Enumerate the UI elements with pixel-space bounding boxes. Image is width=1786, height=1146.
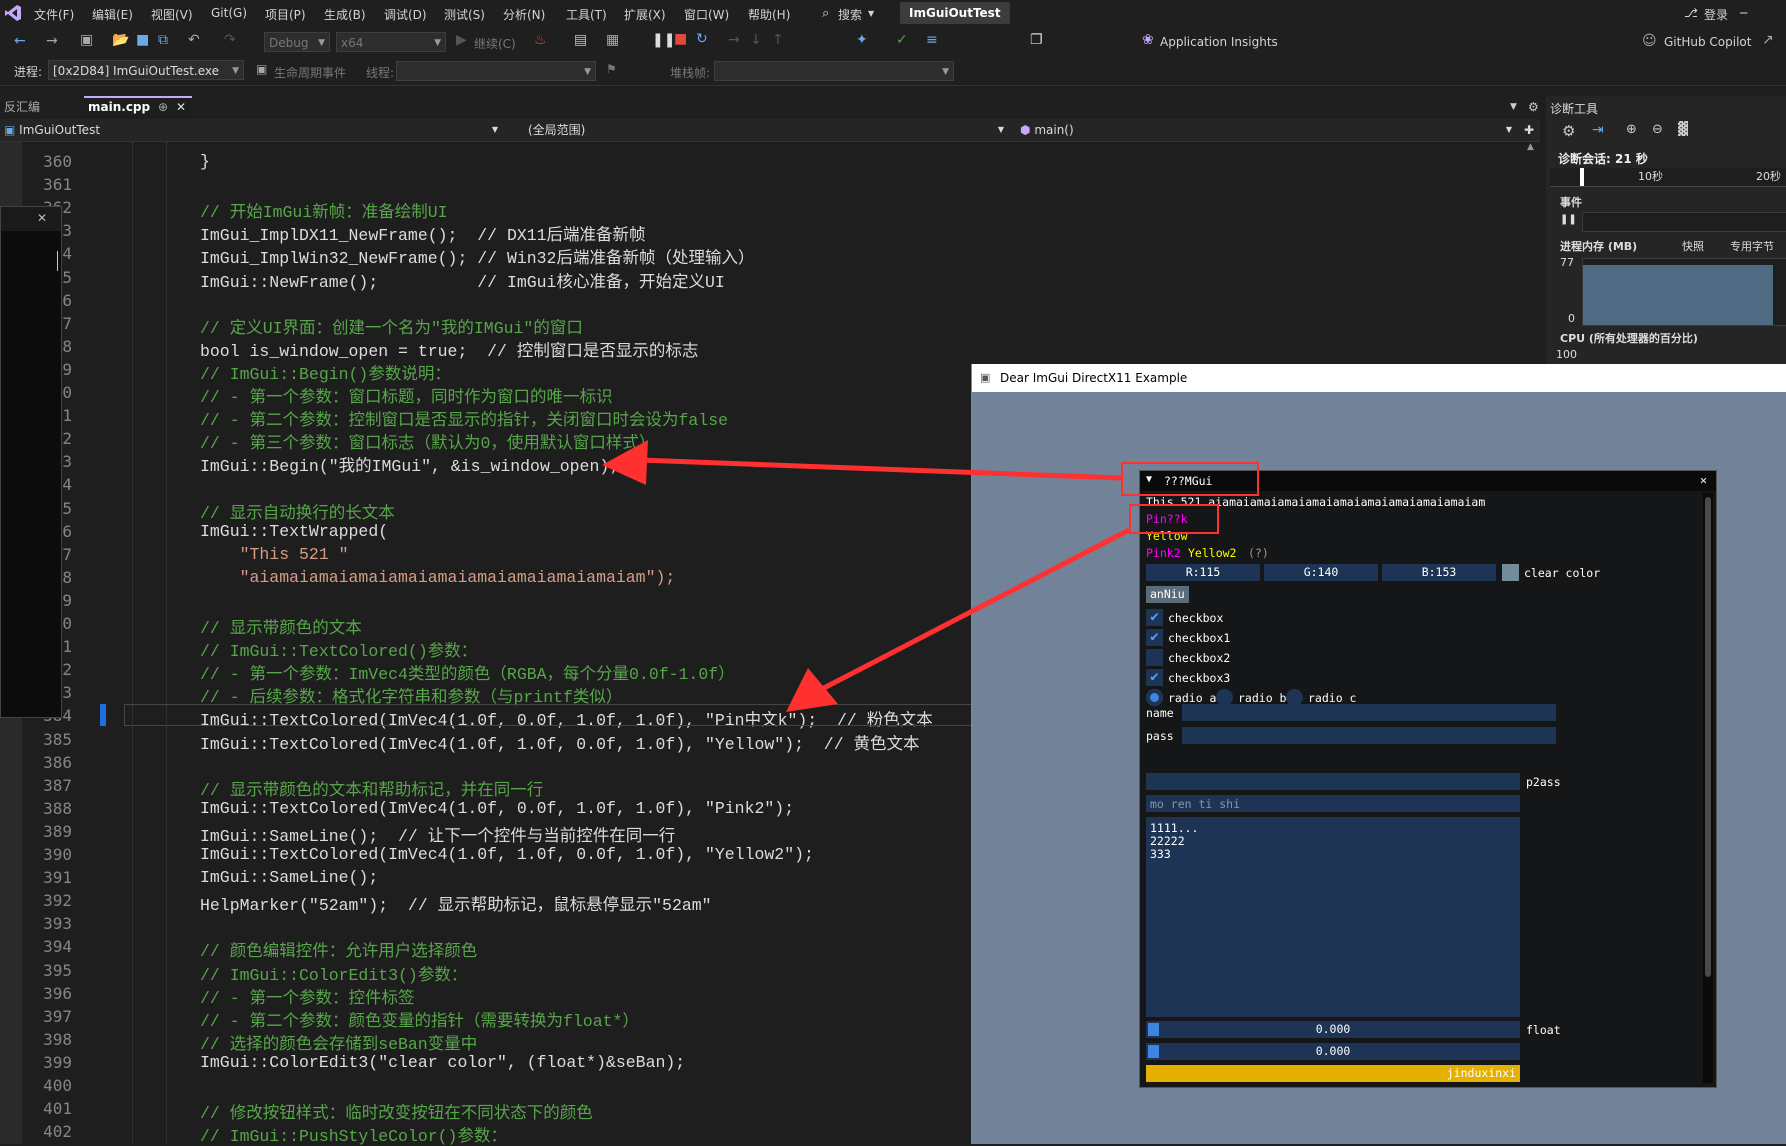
annotation-arrows	[602, 440, 1131, 712]
